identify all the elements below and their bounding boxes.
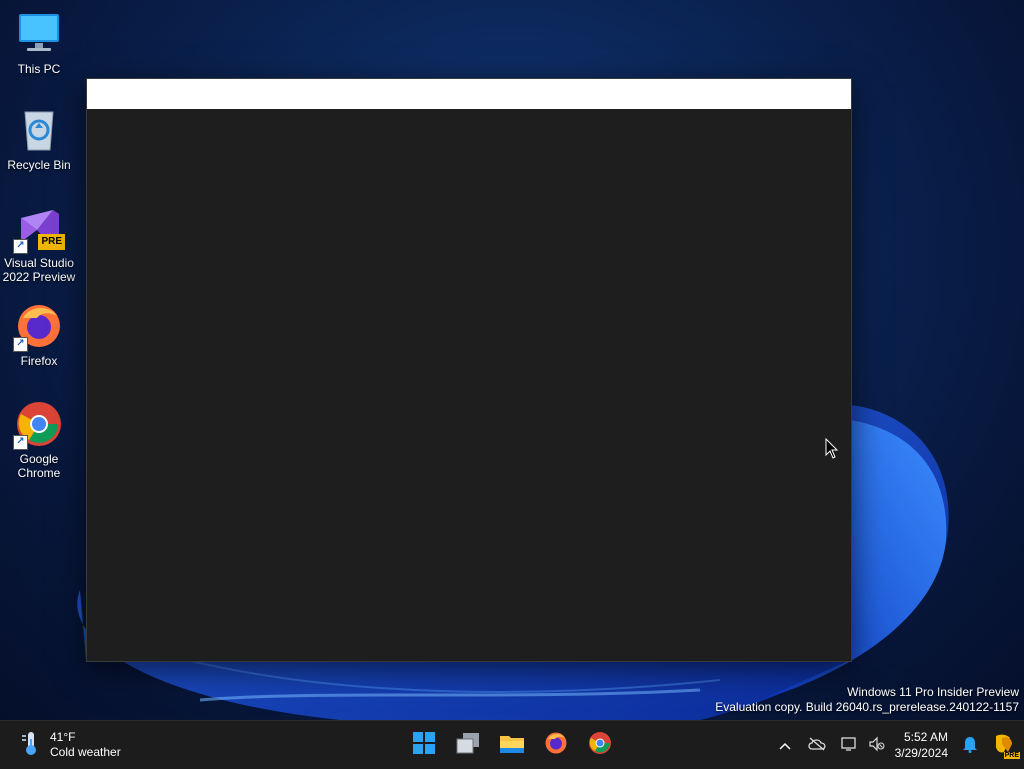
desktop-icon-label: Recycle Bin xyxy=(7,158,71,172)
evaluation-watermark: Windows 11 Pro Insider Preview Evaluatio… xyxy=(715,685,1019,715)
monitor-icon xyxy=(15,10,63,58)
system-tray: 5:52 AM 3/29/2024 PRE xyxy=(769,721,1024,769)
visual-studio-icon: PRE ↗ xyxy=(13,204,65,254)
recycle-bin-icon xyxy=(15,106,63,154)
clock-date: 3/29/2024 xyxy=(894,746,948,760)
desktop-icon-label: This PC xyxy=(17,62,61,76)
start-button[interactable] xyxy=(404,725,444,765)
copilot-preview-button[interactable]: PRE xyxy=(984,725,1024,765)
watermark-line-1: Windows 11 Pro Insider Preview xyxy=(847,685,1019,699)
desktop-icon-google-chrome[interactable]: ↗ Google Chrome xyxy=(0,400,78,480)
volume-button[interactable] xyxy=(865,725,889,765)
clock-time: 5:52 AM xyxy=(903,730,948,744)
chrome-icon xyxy=(588,731,612,760)
bell-icon xyxy=(962,735,978,756)
cloud-offline-icon xyxy=(807,737,827,754)
notifications-button[interactable] xyxy=(956,725,984,765)
shortcut-arrow-icon: ↗ xyxy=(13,435,28,450)
window-titlebar[interactable] xyxy=(87,79,851,109)
taskbar: 41°F Cold weather 5:52 AM 3/29/2024 PRE xyxy=(0,720,1024,769)
onedrive-button[interactable] xyxy=(801,725,833,765)
app-window[interactable] xyxy=(86,78,852,662)
weather-condition: Cold weather xyxy=(50,745,121,759)
taskbar-pinned-apps xyxy=(404,725,620,765)
network-button[interactable] xyxy=(833,725,865,765)
desktop-icon-label: Visual Studio 2022 Preview xyxy=(2,256,76,284)
firefox-icon: ↗ xyxy=(13,302,63,352)
chrome-icon: ↗ xyxy=(13,400,63,450)
chrome-taskbar-button[interactable] xyxy=(580,725,620,765)
desktop-icon-firefox[interactable]: ↗ Firefox xyxy=(0,302,78,368)
file-explorer-button[interactable] xyxy=(492,725,532,765)
network-icon xyxy=(840,736,858,755)
desktop-icon-this-pc[interactable]: This PC xyxy=(0,10,78,76)
start-icon xyxy=(412,731,436,760)
task-view-icon xyxy=(455,731,481,760)
copilot-pre-icon: PRE xyxy=(992,732,1020,759)
desktop-icon-recycle-bin[interactable]: Recycle Bin xyxy=(0,106,78,172)
desktop-icon-label: Firefox xyxy=(20,354,58,368)
desktop-icon-visual-studio[interactable]: PRE ↗ Visual Studio 2022 Preview xyxy=(0,204,78,284)
firefox-taskbar-button[interactable] xyxy=(536,725,576,765)
firefox-icon xyxy=(544,731,568,760)
shortcut-arrow-icon: ↗ xyxy=(13,337,28,352)
pre-badge: PRE xyxy=(38,234,65,250)
mouse-cursor-icon xyxy=(825,437,839,465)
thermometer-icon xyxy=(18,729,42,762)
watermark-line-2: Evaluation copy. Build 26040.rs_prerelea… xyxy=(715,700,1019,714)
window-content[interactable] xyxy=(87,109,851,661)
desktop-icon-label: Google Chrome xyxy=(17,452,61,480)
weather-temperature: 41°F xyxy=(50,730,76,744)
speaker-muted-icon xyxy=(869,736,885,755)
weather-widget[interactable]: 41°F Cold weather xyxy=(18,729,121,761)
chevron-up-icon xyxy=(779,738,791,753)
clock-button[interactable]: 5:52 AM 3/29/2024 xyxy=(889,729,956,761)
pre-badge: PRE xyxy=(1003,751,1020,759)
file-explorer-icon xyxy=(499,731,525,760)
task-view-button[interactable] xyxy=(448,725,488,765)
shortcut-arrow-icon: ↗ xyxy=(13,239,28,254)
show-hidden-icons-button[interactable] xyxy=(769,725,801,765)
